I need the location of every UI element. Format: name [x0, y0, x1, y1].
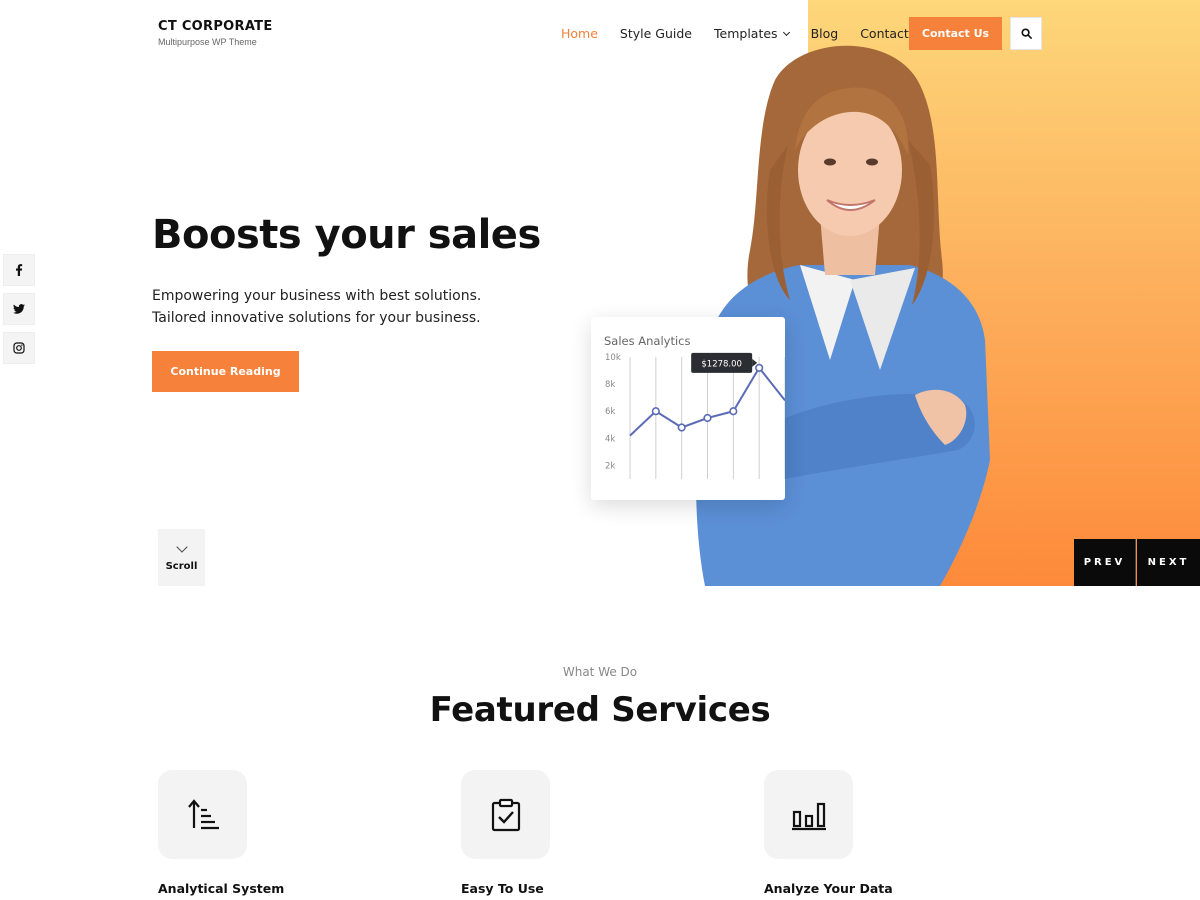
service-icon-box[interactable]: [764, 770, 853, 859]
sort-ascending-icon: [187, 798, 219, 829]
service-label: Easy To Use: [461, 881, 544, 896]
chart-point: [651, 407, 660, 416]
nav-item-style-guide[interactable]: Style Guide: [620, 26, 692, 41]
chart-y-tick: 10k: [605, 353, 621, 363]
hero-subtitle-line-1: Empowering your business with best solut…: [152, 288, 482, 304]
site-brand[interactable]: CT CORPORATE Multipurpose WP Theme: [158, 19, 273, 47]
nav-item-contact[interactable]: Contact: [860, 26, 909, 41]
nav-item-templates[interactable]: Templates: [714, 26, 790, 41]
continue-reading-button[interactable]: Continue Reading: [152, 351, 299, 392]
hero-person-image: [695, 45, 990, 586]
instagram-icon: [13, 342, 25, 354]
next-slide-button[interactable]: NEXT: [1137, 539, 1200, 586]
bar-chart-icon: [791, 802, 826, 830]
service-icon-box[interactable]: [461, 770, 550, 859]
instagram-link[interactable]: [3, 332, 35, 364]
section-title: Featured Services: [429, 690, 771, 730]
nav-item-home[interactable]: Home: [561, 26, 598, 41]
prev-slide-button[interactable]: PREV: [1074, 539, 1136, 586]
hero-subtitle-line-2: Tailored innovative solutions for your b…: [152, 310, 481, 326]
brand-tagline: Multipurpose WP Theme: [158, 37, 257, 47]
brand-name[interactable]: CT CORPORATE: [158, 19, 273, 34]
chart-y-tick: 4k: [605, 434, 615, 444]
chart-y-tick: 6k: [605, 407, 615, 417]
nav-item-templates-label: Templates: [714, 26, 778, 41]
hero-title: Boosts your sales: [152, 212, 541, 258]
chart-point: [677, 423, 686, 432]
chart-point: [703, 413, 712, 423]
hero-subtitle: Empowering your business with best solut…: [152, 285, 481, 329]
main-nav: Home Style Guide Templates Blog Contact: [561, 26, 931, 41]
chevron-down-icon: [782, 28, 790, 36]
sales-analytics-card: Sales Analytics 10k 8k 6k 4k 2k $1278.00: [591, 317, 785, 500]
service-label: Analyze Your Data: [764, 881, 893, 896]
chart-point: [729, 407, 738, 416]
chart-tooltip-label: $1278.00: [701, 359, 742, 369]
facebook-link[interactable]: [3, 254, 35, 286]
nav-item-blog[interactable]: Blog: [811, 26, 839, 41]
search-button[interactable]: [1010, 17, 1042, 50]
chart-y-tick: 8k: [605, 380, 615, 390]
chevron-down-icon: [175, 541, 188, 553]
search-icon: [1020, 28, 1032, 39]
service-label: Analytical System: [158, 881, 285, 896]
scroll-label: Scroll: [165, 561, 198, 572]
chart-y-tick: 2k: [605, 461, 615, 471]
scroll-button[interactable]: Scroll: [158, 529, 205, 586]
chart-point: [755, 363, 764, 372]
clipboard-check-icon: [491, 798, 520, 831]
facebook-icon: [16, 264, 23, 276]
twitter-link[interactable]: [3, 293, 35, 325]
service-icon-box[interactable]: [158, 770, 247, 859]
twitter-icon: [13, 304, 25, 314]
sales-line-chart: 10k 8k 6k 4k 2k $1278.00: [605, 352, 785, 479]
section-eyebrow: What We Do: [562, 665, 638, 679]
